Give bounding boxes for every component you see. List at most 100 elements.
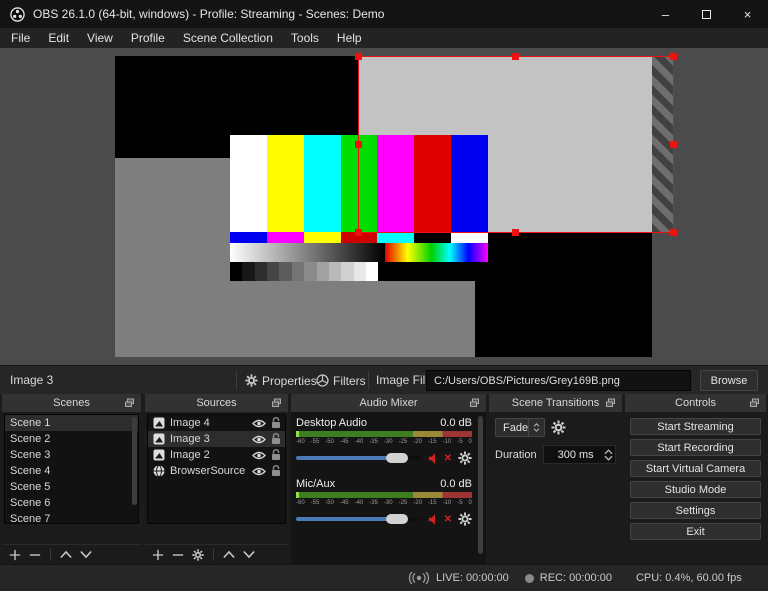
sources-list: Image 4 Image 3 Image 2 BrowserSource bbox=[147, 414, 286, 524]
volume-slider[interactable] bbox=[296, 453, 422, 463]
chevron-up-icon bbox=[533, 423, 540, 427]
scene-list-item[interactable]: Scene 3 bbox=[5, 447, 138, 463]
volume-slider[interactable] bbox=[296, 514, 422, 524]
remove-source-button[interactable] bbox=[169, 547, 187, 563]
mute-speaker-icon[interactable] bbox=[428, 513, 442, 526]
start-recording-button[interactable]: Start Recording bbox=[630, 439, 761, 456]
start-streaming-button[interactable]: Start Streaming bbox=[630, 418, 761, 435]
visibility-eye-icon[interactable] bbox=[252, 435, 266, 444]
channel-level: 0.0 dB bbox=[440, 478, 472, 490]
toolbar-separator bbox=[236, 371, 237, 390]
scene-list-item[interactable]: Scene 6 bbox=[5, 495, 138, 511]
selection-handle-top-left[interactable] bbox=[355, 53, 362, 60]
visibility-eye-icon[interactable] bbox=[252, 419, 266, 428]
source-list-item[interactable]: Image 4 bbox=[148, 415, 285, 431]
toolbar-separator bbox=[50, 548, 51, 561]
scenes-panel-header[interactable]: Scenes bbox=[2, 394, 141, 412]
chevron-down-icon bbox=[603, 455, 613, 461]
lock-icon[interactable] bbox=[271, 465, 281, 477]
scenes-scrollbar[interactable] bbox=[132, 417, 137, 505]
dock-icon[interactable] bbox=[125, 398, 135, 408]
duration-spin-arrows[interactable] bbox=[601, 448, 615, 461]
transition-select-arrows[interactable] bbox=[528, 419, 544, 436]
visibility-eye-icon[interactable] bbox=[252, 451, 266, 460]
dock-icon[interactable] bbox=[750, 398, 760, 408]
menu-view[interactable]: View bbox=[78, 28, 122, 48]
audio-mixer-title: Audio Mixer bbox=[359, 397, 418, 409]
exit-button[interactable]: Exit bbox=[630, 523, 761, 540]
source-move-up-button[interactable] bbox=[220, 547, 238, 563]
transition-settings-gear-icon[interactable] bbox=[551, 420, 566, 435]
dock-icon[interactable] bbox=[470, 398, 480, 408]
settings-button[interactable]: Settings bbox=[630, 502, 761, 519]
transitions-panel-header[interactable]: Scene Transitions bbox=[489, 394, 622, 412]
source-list-item[interactable]: Image 3 bbox=[148, 431, 285, 447]
controls-panel-header[interactable]: Controls bbox=[625, 394, 766, 412]
source-move-down-button[interactable] bbox=[240, 547, 258, 563]
scene-list-item[interactable]: Scene 4 bbox=[5, 463, 138, 479]
selection-handle-bottom-right[interactable] bbox=[670, 229, 677, 236]
scene-black-rect-bottom[interactable] bbox=[475, 233, 652, 357]
selection-handle-top-right[interactable] bbox=[670, 53, 677, 60]
channel-settings-gear-icon[interactable] bbox=[458, 512, 472, 526]
window-title: OBS 26.1.0 (64-bit, windows) - Profile: … bbox=[33, 7, 385, 21]
dock-icon[interactable] bbox=[606, 398, 616, 408]
image-file-input[interactable]: C:/Users/OBS/Pictures/Grey169B.png bbox=[426, 370, 691, 391]
lock-icon[interactable] bbox=[271, 417, 281, 429]
sources-panel-header[interactable]: Sources bbox=[145, 394, 288, 412]
sources-panel: Sources Image 4 Image 3 Image 2 BrowserS… bbox=[145, 394, 288, 564]
source-list-item[interactable]: Image 2 bbox=[148, 447, 285, 463]
selection-handle-bottom-center[interactable] bbox=[512, 229, 519, 236]
dock-icon[interactable] bbox=[272, 398, 282, 408]
minimize-button[interactable]: – bbox=[645, 0, 686, 28]
menu-profile[interactable]: Profile bbox=[122, 28, 174, 48]
menu-scene-collection[interactable]: Scene Collection bbox=[174, 28, 282, 48]
add-scene-button[interactable] bbox=[6, 547, 24, 563]
selection-handle-mid-left[interactable] bbox=[355, 141, 362, 148]
scene-list-item[interactable]: Scene 7 bbox=[5, 511, 138, 523]
volume-meter bbox=[296, 492, 472, 498]
gear-icon bbox=[245, 374, 258, 387]
add-source-button[interactable] bbox=[149, 547, 167, 563]
filters-icon bbox=[316, 374, 329, 387]
selection-handle-bottom-left[interactable] bbox=[355, 229, 362, 236]
lock-icon[interactable] bbox=[271, 449, 281, 461]
scene-list-item[interactable]: Scene 2 bbox=[5, 431, 138, 447]
chevron-down-icon bbox=[533, 428, 540, 432]
image-icon bbox=[153, 449, 165, 461]
rec-status: REC: 00:00:00 bbox=[539, 572, 612, 584]
properties-button[interactable]: Properties bbox=[245, 370, 317, 391]
audio-mixer-header[interactable]: Audio Mixer bbox=[291, 394, 486, 412]
scenes-toolbar bbox=[2, 544, 141, 564]
visibility-eye-icon[interactable] bbox=[252, 467, 266, 476]
menu-tools[interactable]: Tools bbox=[282, 28, 328, 48]
selection-outline[interactable] bbox=[355, 53, 677, 236]
menu-file[interactable]: File bbox=[2, 28, 39, 48]
maximize-button[interactable] bbox=[686, 0, 727, 28]
close-button[interactable]: × bbox=[727, 0, 768, 28]
mute-speaker-icon[interactable] bbox=[428, 452, 442, 465]
menu-help[interactable]: Help bbox=[328, 28, 371, 48]
source-properties-button[interactable] bbox=[189, 547, 207, 563]
volume-slider-handle[interactable] bbox=[386, 514, 409, 524]
start-virtual-camera-button[interactable]: Start Virtual Camera bbox=[630, 460, 761, 477]
browse-button[interactable]: Browse bbox=[700, 370, 758, 391]
selection-handle-top-center[interactable] bbox=[512, 53, 519, 60]
channel-settings-gear-icon[interactable] bbox=[458, 451, 472, 465]
remove-scene-button[interactable] bbox=[26, 547, 44, 563]
filters-button[interactable]: Filters bbox=[316, 370, 366, 391]
source-list-item[interactable]: BrowserSource bbox=[148, 463, 285, 479]
scene-list-item[interactable]: Scene 1 bbox=[5, 415, 138, 431]
scene-move-up-button[interactable] bbox=[57, 547, 75, 563]
volume-slider-handle[interactable] bbox=[386, 453, 409, 463]
studio-mode-button[interactable]: Studio Mode bbox=[630, 481, 761, 498]
scene-list-item[interactable]: Scene 5 bbox=[5, 479, 138, 495]
preview-canvas[interactable] bbox=[0, 48, 768, 365]
menu-edit[interactable]: Edit bbox=[39, 28, 78, 48]
selection-handle-mid-right[interactable] bbox=[670, 141, 677, 148]
mixer-scrollbar[interactable] bbox=[478, 416, 483, 554]
transition-select[interactable]: Fade bbox=[495, 418, 546, 437]
scene-move-down-button[interactable] bbox=[77, 547, 95, 563]
duration-spinbox[interactable]: 300 ms bbox=[542, 445, 616, 464]
lock-icon[interactable] bbox=[271, 433, 281, 445]
